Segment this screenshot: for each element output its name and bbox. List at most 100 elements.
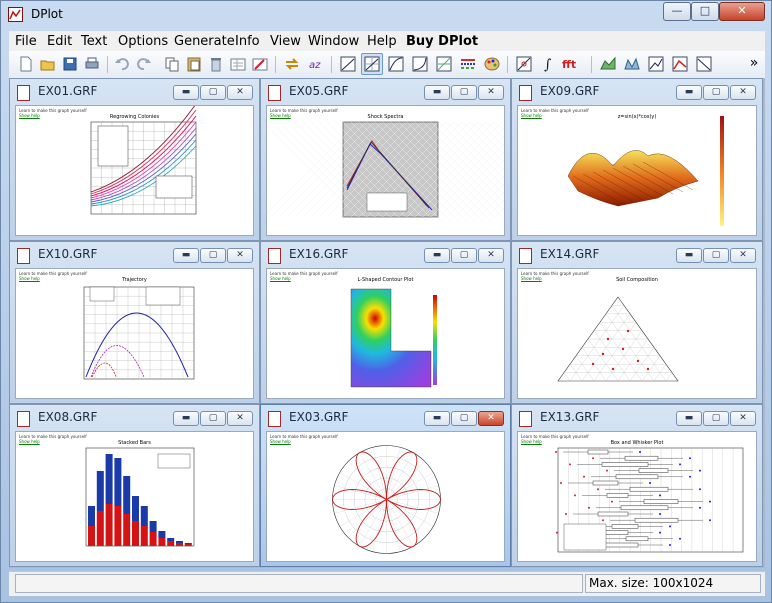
mdi-minimize-button[interactable]: ▬ — [173, 411, 199, 426]
undo-icon[interactable] — [113, 55, 131, 73]
menu-file[interactable]: File — [15, 34, 37, 49]
mdi-restore-button[interactable]: ▢ — [451, 85, 477, 100]
graph-canvas[interactable]: Learn to make this graph yourself Show h… — [266, 268, 505, 399]
copy-icon[interactable] — [163, 55, 181, 73]
legend-icon[interactable] — [459, 55, 477, 73]
graph-canvas[interactable]: Learn to make this graph yourself Show h… — [517, 105, 757, 236]
mdi-restore-button[interactable]: ▢ — [703, 248, 729, 263]
trend-icon[interactable] — [647, 55, 665, 73]
new-file-icon[interactable] — [17, 55, 35, 73]
menu-view[interactable]: View — [270, 34, 301, 49]
delete-icon[interactable] — [207, 55, 225, 73]
mdi-window-ex03[interactable]: EX03.GRF ▬ ▢ ✕ Learn to make this graph … — [260, 404, 511, 567]
print-icon[interactable] — [83, 55, 101, 73]
edit-data2-icon[interactable] — [251, 55, 269, 73]
mdi-window-ex16[interactable]: EX16.GRF ▬ ▢ ✕ Learn to make this graph … — [260, 241, 511, 404]
mdi-window-ex05[interactable]: EX05.GRF ▬ ▢ ✕ Learn to make this graph … — [260, 78, 511, 241]
mdi-close-button[interactable]: ✕ — [478, 411, 504, 426]
paste-icon[interactable] — [185, 55, 203, 73]
window-maximize-button[interactable]: □ — [691, 2, 719, 21]
mdi-window-ex13[interactable]: EX13.GRF ▬ ▢ ✕ Learn to make this graph … — [511, 404, 763, 567]
menu-help[interactable]: Help — [367, 34, 397, 49]
axes-linear-icon[interactable] — [339, 55, 357, 73]
mdi-window-title: EX08.GRF — [38, 410, 98, 424]
surface-3d-icon[interactable] — [599, 55, 617, 73]
mdi-restore-button[interactable]: ▢ — [703, 411, 729, 426]
mdi-restore-button[interactable]: ▢ — [200, 85, 226, 100]
mdi-minimize-button[interactable]: ▬ — [676, 248, 702, 263]
graph-canvas[interactable]: Learn to make this graph yourself Show h… — [15, 105, 254, 236]
mdi-restore-button[interactable]: ▢ — [200, 248, 226, 263]
graph-canvas[interactable]: Learn to make this graph yourself Show h… — [517, 268, 757, 399]
plot-graphic — [350, 288, 437, 388]
mdi-minimize-button[interactable]: ▬ — [424, 248, 450, 263]
menu-generate[interactable]: Generate — [174, 34, 235, 49]
mdi-minimize-button[interactable]: ▬ — [676, 411, 702, 426]
linear-fit-icon[interactable] — [695, 55, 713, 73]
surface-3d-2-icon[interactable] — [623, 55, 641, 73]
mdi-window-ex08[interactable]: EX08.GRF ▬ ▢ ✕ Learn to make this graph … — [9, 404, 260, 567]
mdi-close-button[interactable]: ✕ — [478, 85, 504, 100]
palette-icon[interactable] — [483, 55, 501, 73]
sort-az-icon[interactable]: az — [307, 55, 325, 73]
window-close-button[interactable]: ✕ — [719, 2, 765, 21]
mdi-minimize-button[interactable]: ▬ — [676, 85, 702, 100]
graph-canvas[interactable]: Learn to make this graph yourself Show h… — [15, 431, 254, 562]
mdi-window-title: EX10.GRF — [38, 247, 98, 261]
mdi-minimize-button[interactable]: ▬ — [173, 85, 199, 100]
mdi-close-button[interactable]: ✕ — [478, 248, 504, 263]
save-icon[interactable] — [61, 55, 79, 73]
swap-icon[interactable] — [283, 55, 301, 73]
mdi-window-ex10[interactable]: EX10.GRF ▬ ▢ ✕ Learn to make this graph … — [9, 241, 260, 404]
mdi-minimize-button[interactable]: ▬ — [173, 248, 199, 263]
mdi-restore-button[interactable]: ▢ — [703, 85, 729, 100]
menu-window[interactable]: Window — [308, 34, 359, 49]
graph-canvas[interactable]: Learn to make this graph yourself Show h… — [15, 268, 254, 399]
menu-options[interactable]: Options — [118, 34, 168, 49]
mdi-close-button[interactable]: ✕ — [730, 248, 756, 263]
fft-icon[interactable]: fft — [561, 55, 585, 73]
mdi-close-button[interactable]: ✕ — [227, 85, 253, 100]
menu-info[interactable]: Info — [235, 34, 260, 49]
mdi-restore-button[interactable]: ▢ — [200, 411, 226, 426]
axes-grid-selected-icon[interactable] — [361, 53, 383, 75]
window-minimize-button[interactable]: — — [663, 2, 691, 21]
menu-buy-dplot[interactable]: Buy DPlot — [406, 34, 478, 49]
mdi-close-button[interactable]: ✕ — [730, 85, 756, 100]
mdi-close-button[interactable]: ✕ — [730, 411, 756, 426]
redo-icon[interactable] — [135, 55, 153, 73]
axes-loglin-icon[interactable] — [387, 55, 405, 73]
menu-text[interactable]: Text — [81, 34, 107, 49]
axes-linlog-icon[interactable] — [411, 55, 429, 73]
document-graph-icon — [268, 411, 281, 427]
toolbar-overflow-button[interactable]: » — [745, 55, 763, 73]
mdi-window-title: EX09.GRF — [540, 84, 600, 98]
menu-edit[interactable]: Edit — [47, 34, 72, 49]
mdi-window-ex01[interactable]: EX01.GRF ▬ ▢ ✕ Learn to make this graph … — [9, 78, 260, 241]
mdi-window-ex09[interactable]: EX09.GRF ▬ ▢ ✕ Learn to make this graph … — [511, 78, 763, 241]
edit-data-icon[interactable] — [229, 55, 247, 73]
mdi-window-title: EX01.GRF — [38, 84, 98, 98]
dplot-app-icon[interactable] — [8, 7, 23, 22]
document-graph-icon — [17, 248, 30, 264]
axes-loglog-icon[interactable] — [435, 55, 453, 73]
mdi-restore-button[interactable]: ▢ — [451, 411, 477, 426]
mdi-minimize-button[interactable]: ▬ — [424, 85, 450, 100]
cross-hair-icon[interactable] — [515, 55, 533, 73]
graph-canvas[interactable]: Learn to make this graph yourself Show h… — [266, 105, 505, 236]
integral-icon[interactable]: ∫ — [539, 55, 557, 73]
graph-canvas[interactable]: Learn to make this graph yourself Show h… — [517, 431, 757, 562]
bars-trend-icon[interactable] — [671, 55, 689, 73]
menu-bar: File Edit Text Options Generate Info Vie… — [9, 31, 765, 52]
document-graph-icon — [519, 248, 532, 264]
plot-graphic — [90, 106, 197, 215]
toolbar-separator — [507, 56, 508, 73]
mdi-minimize-button[interactable]: ▬ — [424, 411, 450, 426]
mdi-restore-button[interactable]: ▢ — [451, 248, 477, 263]
open-folder-icon[interactable] — [39, 55, 57, 73]
mdi-window-title: EX16.GRF — [289, 247, 349, 261]
graph-canvas[interactable]: Learn to make this graph yourself Show h… — [266, 431, 505, 562]
mdi-window-ex14[interactable]: EX14.GRF ▬ ▢ ✕ Learn to make this graph … — [511, 241, 763, 404]
mdi-close-button[interactable]: ✕ — [227, 411, 253, 426]
mdi-close-button[interactable]: ✕ — [227, 248, 253, 263]
